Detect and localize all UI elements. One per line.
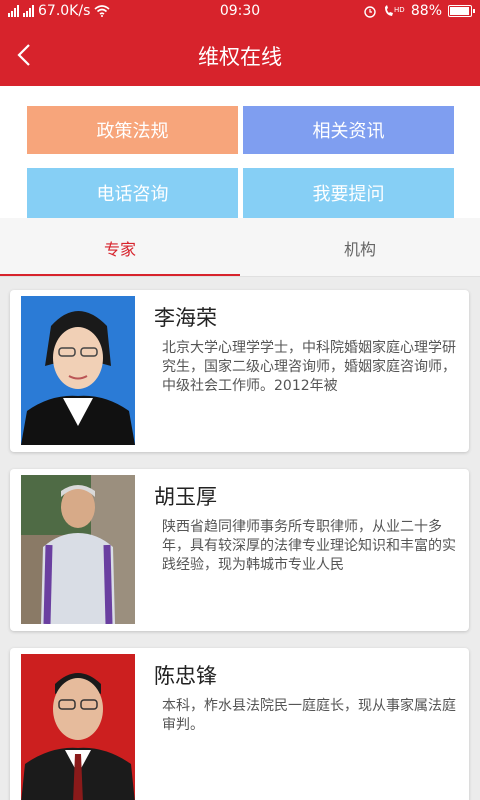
expert-name: 李海荣 xyxy=(154,306,217,330)
expert-photo xyxy=(21,475,135,624)
expert-photo xyxy=(21,296,135,445)
tab-experts-label: 专家 xyxy=(103,239,136,259)
expert-description: 本科，柞水县法院民一庭庭长，现从事家属法庭审判。 xyxy=(162,698,456,733)
tab-institutions-label: 机构 xyxy=(343,239,376,259)
tab-institutions[interactable]: 机构 xyxy=(240,218,480,277)
expert-description: 北京大学心理学学士，中科院婚姻家庭心理学研究生，国家二级心理咨询师，婚姻家庭咨询… xyxy=(162,340,456,394)
svg-text:HD: HD xyxy=(394,6,405,14)
tab-bar: 专家 机构 xyxy=(0,218,480,277)
page-title: 维权在线 xyxy=(198,45,282,69)
expert-card[interactable]: 李海荣 北京大学心理学学士，中科院婚姻家庭心理学研究生，国家二级心理咨询师，婚姻… xyxy=(10,290,469,452)
expert-name: 胡玉厚 xyxy=(154,485,217,509)
related-news-button[interactable]: 相关资讯 xyxy=(243,106,454,154)
battery-icon xyxy=(448,5,475,17)
expert-name: 陈忠锋 xyxy=(154,664,217,688)
alarm-icon xyxy=(364,6,376,18)
expert-card[interactable]: 胡玉厚 陕西省趋同律师事务所专职律师，从业二十多年，具有较深厚的法律专业理论知识… xyxy=(10,469,469,631)
expert-description: 陕西省趋同律师事务所专职律师，从业二十多年，具有较深厚的法律专业理论知识和丰富的… xyxy=(162,519,456,573)
expert-card[interactable]: 陈忠锋 本科，柞水县法院民一庭庭长，现从事家属法庭审判。 xyxy=(10,648,469,800)
volte-icon: HD xyxy=(384,5,405,16)
category-grid: 政策法规 相关资讯 电话咨询 我要提问 xyxy=(0,86,480,218)
tab-experts[interactable]: 专家 xyxy=(0,218,240,277)
tab-divider xyxy=(0,276,480,277)
battery-percent: 88% xyxy=(410,3,442,19)
app-bar: 维权在线 xyxy=(0,24,480,86)
phone-consult-button[interactable]: 电话咨询 xyxy=(27,168,238,218)
policy-regulations-button[interactable]: 政策法规 xyxy=(27,106,238,154)
expert-photo xyxy=(21,654,135,800)
status-bar: 67.0K/s 09:30 HD 88% xyxy=(0,0,480,24)
ask-question-button[interactable]: 我要提问 xyxy=(243,168,454,218)
